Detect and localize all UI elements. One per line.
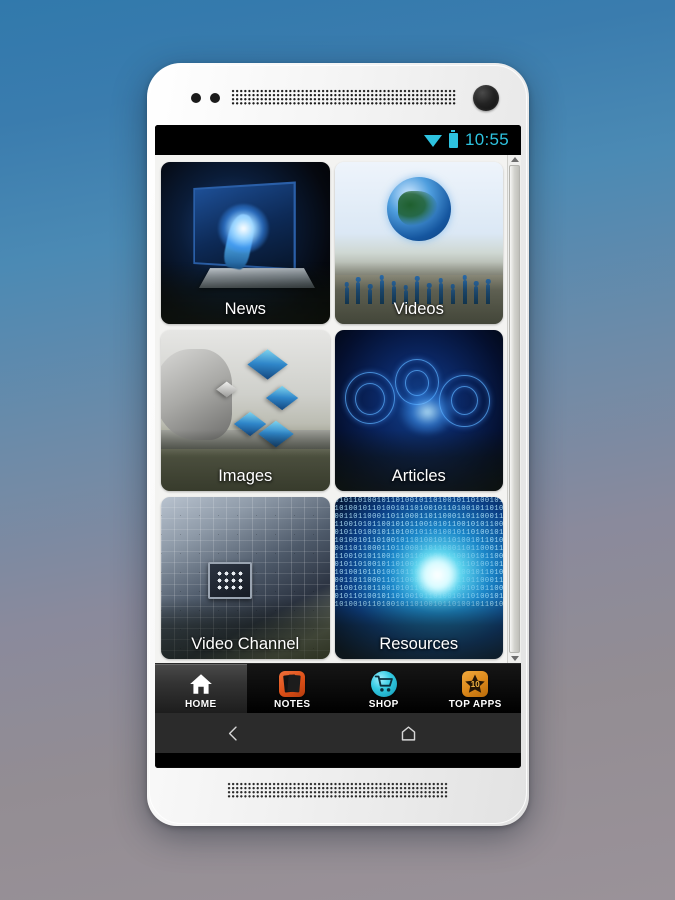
star-icon: 10 (462, 670, 489, 697)
tab-notes[interactable]: NOTES (247, 664, 339, 713)
phone-top-bezel (147, 63, 529, 125)
grid-tile-label: Video Channel (191, 635, 300, 653)
earpiece-speaker-grille (231, 89, 456, 106)
battery-icon (448, 132, 458, 148)
scrollbar-thumb[interactable] (509, 165, 520, 653)
back-chevron-icon[interactable] (225, 725, 242, 742)
app-content: News Videos Images Articles Video Channe… (155, 155, 521, 663)
wifi-icon (424, 134, 443, 147)
top-apps-badge: 10 (470, 679, 480, 689)
grid-tile-label: Images (218, 467, 273, 486)
phone-screen: 10:55 News Videos Images Articles Video … (155, 125, 521, 768)
proximity-sensor-dots (191, 93, 220, 103)
vertical-scrollbar[interactable] (507, 155, 521, 663)
front-camera-icon (473, 85, 499, 111)
phone-device: 10:55 News Videos Images Articles Video … (147, 63, 529, 826)
android-navigation-bar (155, 713, 521, 753)
bottom-tab-bar: HOME NOTES SHOP 10 TOP APPS (155, 663, 521, 713)
grid-tile-label: Resources (379, 635, 459, 653)
notes-icon (279, 670, 306, 697)
grid-tile-label: News (224, 299, 266, 318)
grid-tile-images[interactable]: Images (161, 329, 330, 492)
tab-top-apps[interactable]: 10 TOP APPS (430, 664, 522, 713)
home-pentagon-icon[interactable] (400, 725, 417, 742)
tab-label: TOP APPS (448, 698, 502, 710)
tab-label: SHOP (368, 698, 399, 710)
scroll-down-arrow-icon[interactable] (510, 656, 519, 661)
grid-tile-video-channel[interactable]: Video Channel (161, 497, 330, 659)
shop-cart-icon (370, 670, 397, 697)
grid-tile-resources[interactable]: 010110100101101001011010010110100101 101… (334, 497, 503, 659)
grid-tile-label: Articles (391, 467, 446, 486)
tab-label: HOME (184, 698, 217, 710)
scrollbar-track[interactable] (508, 162, 521, 656)
tab-home[interactable]: HOME (155, 664, 247, 713)
grid-tile-news[interactable]: News (161, 162, 330, 324)
grid-tile-label: Videos (393, 299, 444, 318)
bottom-speaker-grille (227, 782, 449, 799)
grid-tile-videos[interactable]: Videos (334, 162, 503, 324)
status-bar-clock: 10:55 (464, 130, 509, 149)
home-icon (188, 671, 214, 697)
phone-bottom-bezel (147, 768, 529, 826)
tab-label: NOTES (274, 698, 311, 710)
status-bar: 10:55 (155, 125, 521, 155)
grid-tile-articles[interactable]: Articles (334, 329, 503, 492)
category-grid: News Videos Images Articles Video Channe… (155, 155, 507, 663)
tab-shop[interactable]: SHOP (338, 664, 430, 713)
